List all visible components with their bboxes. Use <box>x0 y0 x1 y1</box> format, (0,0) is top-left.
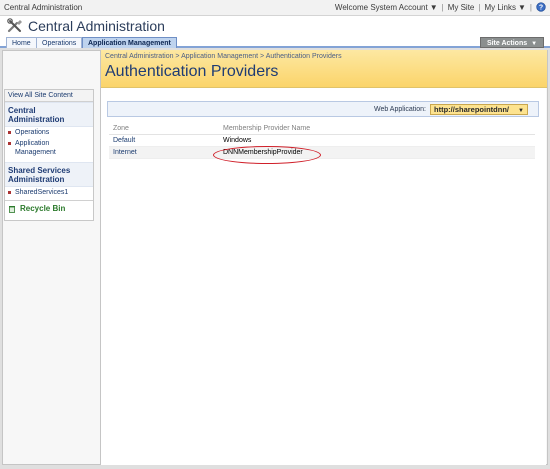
tab-operations[interactable]: Operations <box>36 37 83 48</box>
title-area: Central Administration > Application Man… <box>101 50 547 88</box>
zone-link[interactable]: Internet <box>109 149 223 156</box>
column-header-provider: Membership Provider Name <box>223 125 311 132</box>
nav-heading-shared-services[interactable]: Shared Services Administration <box>5 162 93 187</box>
view-all-site-content-link[interactable]: View All Site Content <box>5 90 93 102</box>
site-actions-button[interactable]: Site Actions ▼ <box>480 37 544 48</box>
nav-item-label: SharedServices1 <box>15 189 69 196</box>
bullet-icon <box>8 131 11 134</box>
bullet-icon <box>8 191 11 194</box>
chevron-down-icon: ▼ <box>429 3 438 12</box>
nav-item-label: Operations <box>15 129 50 136</box>
welcome-label: Welcome System Account <box>334 3 428 12</box>
nav-heading-central-administration[interactable]: Central Administration <box>5 102 93 127</box>
my-links-label: My Links <box>484 3 516 12</box>
site-header: Central Administration <box>0 16 550 36</box>
web-application-dropdown[interactable]: http://sharepointdnn/ ▼ <box>430 104 528 115</box>
bullet-icon <box>8 142 11 145</box>
breadcrumb[interactable]: Central Administration > Application Man… <box>105 53 342 60</box>
nav-item-label: Application Management <box>15 140 56 156</box>
table-row: Internet DNNMembershipProvider <box>109 147 535 159</box>
chevron-down-icon: ▼ <box>518 3 526 12</box>
divider: | <box>441 3 444 12</box>
main-content: Central Administration > Application Man… <box>100 50 547 465</box>
top-bar: Central Administration Welcome System Ac… <box>0 0 550 16</box>
tab-bar: Home Operations Application Management S… <box>0 36 550 48</box>
site-actions-label: Site Actions <box>486 40 528 47</box>
top-bar-brand[interactable]: Central Administration <box>4 3 82 12</box>
welcome-menu[interactable]: Welcome System Account ▼ <box>335 3 438 12</box>
my-site-link[interactable]: My Site <box>448 3 475 12</box>
tab-application-management[interactable]: Application Management <box>82 37 177 48</box>
nav-item-application-management[interactable]: Application Management <box>5 138 93 158</box>
recycle-bin-label: Recycle Bin <box>20 204 66 213</box>
highlight-ellipse <box>213 146 321 164</box>
web-application-label: Web Application: <box>373 106 426 113</box>
nav-item-sharedservices1[interactable]: SharedServices1 <box>5 187 93 198</box>
chevron-down-icon: ▼ <box>531 41 538 47</box>
table-row: Default Windows <box>109 135 535 147</box>
quick-launch: View All Site Content Central Administra… <box>4 89 94 221</box>
top-bar-links: Welcome System Account ▼ | My Site | My L… <box>335 1 546 14</box>
my-links-menu[interactable]: My Links ▼ <box>484 3 525 12</box>
recycle-bin-icon <box>9 205 15 213</box>
help-icon[interactable]: ? <box>536 1 546 14</box>
chevron-down-icon: ▼ <box>518 108 524 114</box>
zone-link[interactable]: Default <box>109 137 223 144</box>
tools-icon <box>7 18 22 33</box>
divider: | <box>529 3 532 12</box>
site-title[interactable]: Central Administration <box>28 18 165 34</box>
page-title: Authentication Providers <box>105 63 279 80</box>
tab-home[interactable]: Home <box>6 37 37 48</box>
web-application-value: http://sharepointdnn/ <box>434 105 509 114</box>
recycle-bin-link[interactable]: Recycle Bin <box>5 200 93 216</box>
nav-item-operations[interactable]: Operations <box>5 127 93 138</box>
provider-name: Windows <box>223 137 252 144</box>
divider: | <box>478 3 481 12</box>
svg-text:?: ? <box>539 4 543 11</box>
web-application-selector-bar: Web Application: http://sharepointdnn/ ▼ <box>107 101 539 117</box>
providers-table: Zone Membership Provider Name Default Wi… <box>109 123 535 159</box>
table-header: Zone Membership Provider Name <box>109 123 535 135</box>
column-header-zone: Zone <box>113 125 129 132</box>
